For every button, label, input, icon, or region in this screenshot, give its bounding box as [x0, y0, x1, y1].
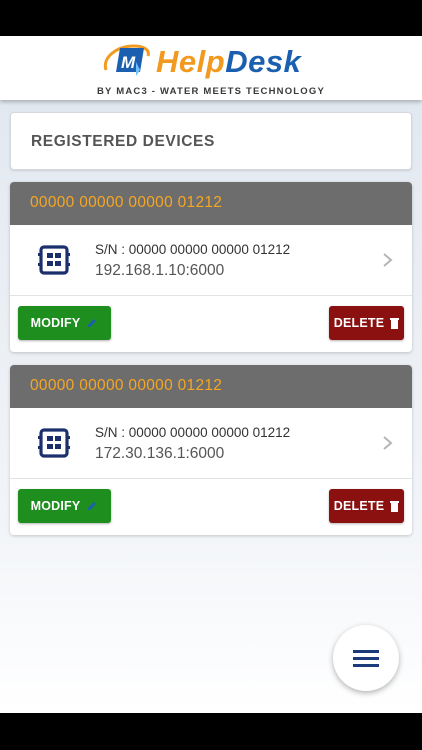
device-address: 172.30.136.1:6000 — [95, 445, 225, 462]
device-card-header: 00000 00000 00000 01212 — [10, 182, 412, 225]
tagline: BY MAC3 - WATER MEETS TECHNOLOGY — [96, 86, 326, 97]
delete-button[interactable]: DELETE — [329, 306, 404, 340]
device-card-title: 00000 00000 00000 01212 — [30, 194, 223, 211]
logo-mark-icon: M — [103, 44, 150, 76]
app-header: M HelpDesk BY MAC3 - WATER MEETS TECHNOL… — [0, 36, 422, 100]
chevron-right-icon — [383, 436, 393, 450]
device-address: 192.168.1.10:6000 — [95, 262, 225, 279]
menu-fab-button[interactable] — [333, 625, 399, 691]
device-row[interactable]: S/N : 00000 00000 00000 01212 172.30.136… — [10, 408, 412, 479]
device-card: 00000 00000 00000 01212 S/N : 00000 0000… — [10, 365, 412, 535]
page-title-card: REGISTERED DEVICES — [10, 112, 412, 170]
device-card: 00000 00000 00000 01212 S/N : 00000 0000… — [10, 182, 412, 352]
svg-text:M: M — [121, 53, 136, 72]
device-icon — [38, 245, 70, 275]
hamburger-menu-icon — [353, 650, 379, 667]
device-serial: S/N : 00000 00000 00000 01212 — [95, 242, 291, 257]
system-nav-bar — [0, 713, 422, 750]
delete-button[interactable]: DELETE — [329, 489, 404, 523]
trash-icon — [390, 501, 400, 512]
modify-button-label: MODIFY — [30, 316, 81, 330]
pencil-icon — [88, 502, 97, 510]
device-card-title: 00000 00000 00000 01212 — [30, 377, 223, 394]
status-bar — [0, 0, 422, 36]
chevron-right-icon — [383, 253, 393, 267]
device-icon — [38, 428, 70, 458]
modify-button[interactable]: MODIFY — [18, 306, 111, 340]
delete-button-label: DELETE — [333, 316, 385, 330]
modify-button-label: MODIFY — [30, 499, 81, 513]
trash-icon — [390, 318, 400, 329]
app-screen: M HelpDesk BY MAC3 - WATER MEETS TECHNOL… — [0, 36, 422, 713]
device-card-header: 00000 00000 00000 01212 — [10, 365, 412, 408]
app-logo: M HelpDesk — [100, 40, 301, 84]
device-serial: S/N : 00000 00000 00000 01212 — [95, 425, 291, 440]
device-row[interactable]: S/N : 00000 00000 00000 01212 192.168.1.… — [10, 225, 412, 296]
modify-button[interactable]: MODIFY — [18, 489, 111, 523]
delete-button-label: DELETE — [333, 499, 385, 513]
pencil-icon — [88, 319, 97, 327]
page-title: REGISTERED DEVICES — [31, 133, 215, 150]
logo-desk-text: Desk — [225, 44, 302, 79]
logo-help-text: Help — [156, 44, 226, 79]
